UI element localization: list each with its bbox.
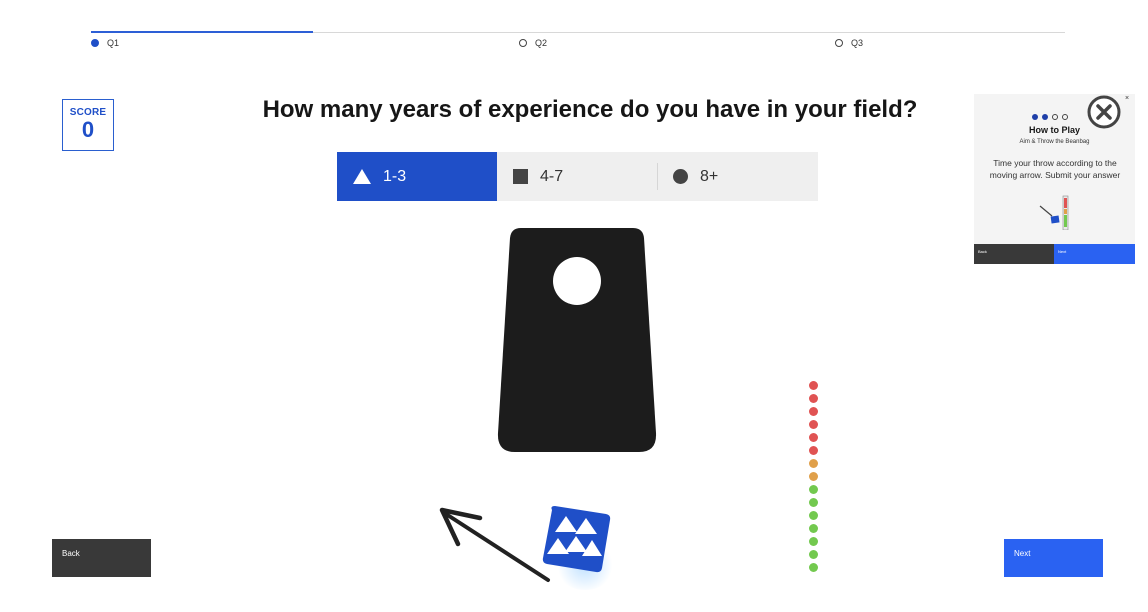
power-meter-dot bbox=[809, 511, 818, 520]
progress-track bbox=[91, 31, 1065, 33]
score-value: 0 bbox=[81, 117, 95, 142]
step-label: Q2 bbox=[535, 38, 548, 48]
progress-fill bbox=[91, 31, 314, 33]
step-dot-icon bbox=[91, 39, 99, 47]
power-meter-dot bbox=[809, 420, 818, 429]
answer-label: 1-3 bbox=[383, 167, 407, 185]
aim-arrow-icon bbox=[439, 507, 550, 582]
power-meter-dot bbox=[809, 563, 818, 572]
power-meter-dot bbox=[809, 394, 818, 403]
step-label: Q1 bbox=[107, 38, 120, 48]
carousel-dot-icon[interactable] bbox=[1052, 114, 1058, 120]
answer-option-1-3[interactable]: 1-3 bbox=[337, 152, 497, 201]
power-meter bbox=[809, 381, 819, 576]
step-dot-icon bbox=[835, 39, 843, 47]
power-meter-dot bbox=[809, 524, 818, 533]
power-meter-dot bbox=[809, 537, 818, 546]
power-meter-dot bbox=[809, 498, 818, 507]
cornhole-board bbox=[497, 228, 657, 452]
back-button[interactable]: Back bbox=[52, 539, 151, 577]
how-to-play-next-button[interactable]: Next bbox=[1054, 244, 1135, 264]
answer-label: 8+ bbox=[700, 167, 719, 185]
step-dot-icon bbox=[519, 39, 527, 47]
power-meter-dot bbox=[809, 381, 818, 390]
answer-options: 1-3 4-7 8+ bbox=[337, 152, 818, 201]
answer-label: 4-7 bbox=[540, 167, 564, 185]
score-box: SCORE 0 bbox=[62, 99, 114, 151]
power-meter-dot bbox=[809, 550, 818, 559]
power-meter-dot bbox=[809, 446, 818, 455]
step-q1[interactable]: Q1 bbox=[91, 38, 119, 48]
answer-option-4-7[interactable]: 4-7 bbox=[497, 152, 657, 201]
power-meter-dot bbox=[809, 407, 818, 416]
square-icon bbox=[513, 169, 528, 184]
close-icon[interactable]: × bbox=[1125, 95, 1129, 102]
question-title: How many years of experience do you have… bbox=[262, 96, 918, 123]
carousel-dot-icon[interactable] bbox=[1042, 114, 1048, 120]
carousel-dot-icon[interactable] bbox=[1062, 114, 1068, 120]
power-meter-dot bbox=[809, 433, 818, 442]
carousel-dot-icon[interactable] bbox=[1032, 114, 1038, 120]
board-hole bbox=[553, 257, 601, 305]
triangle-icon bbox=[353, 169, 371, 184]
next-button[interactable]: Next bbox=[1004, 539, 1103, 577]
carousel-dots bbox=[1032, 114, 1068, 120]
power-meter-dot bbox=[809, 472, 818, 481]
power-meter-dot bbox=[809, 459, 818, 468]
answer-option-8-plus[interactable]: 8+ bbox=[657, 152, 817, 201]
how-to-play-back-button[interactable]: Back bbox=[974, 244, 1054, 264]
close-circle-icon[interactable] bbox=[1086, 94, 1122, 130]
how-to-play-description: Time your throw according to the moving … bbox=[989, 158, 1121, 180]
beanbag-icon[interactable] bbox=[540, 504, 616, 574]
step-q3[interactable]: Q3 bbox=[835, 38, 863, 48]
throw-illustration-icon bbox=[1039, 195, 1069, 230]
circle-icon bbox=[673, 169, 688, 184]
power-meter-dot bbox=[809, 485, 818, 494]
how-to-play-panel: How to Play Aim & Throw the Beanbag Time… bbox=[974, 94, 1135, 264]
step-q2[interactable]: Q2 bbox=[519, 38, 547, 48]
how-to-play-subtitle: Aim & Throw the Beanbag bbox=[1019, 139, 1090, 145]
step-label: Q3 bbox=[851, 38, 864, 48]
